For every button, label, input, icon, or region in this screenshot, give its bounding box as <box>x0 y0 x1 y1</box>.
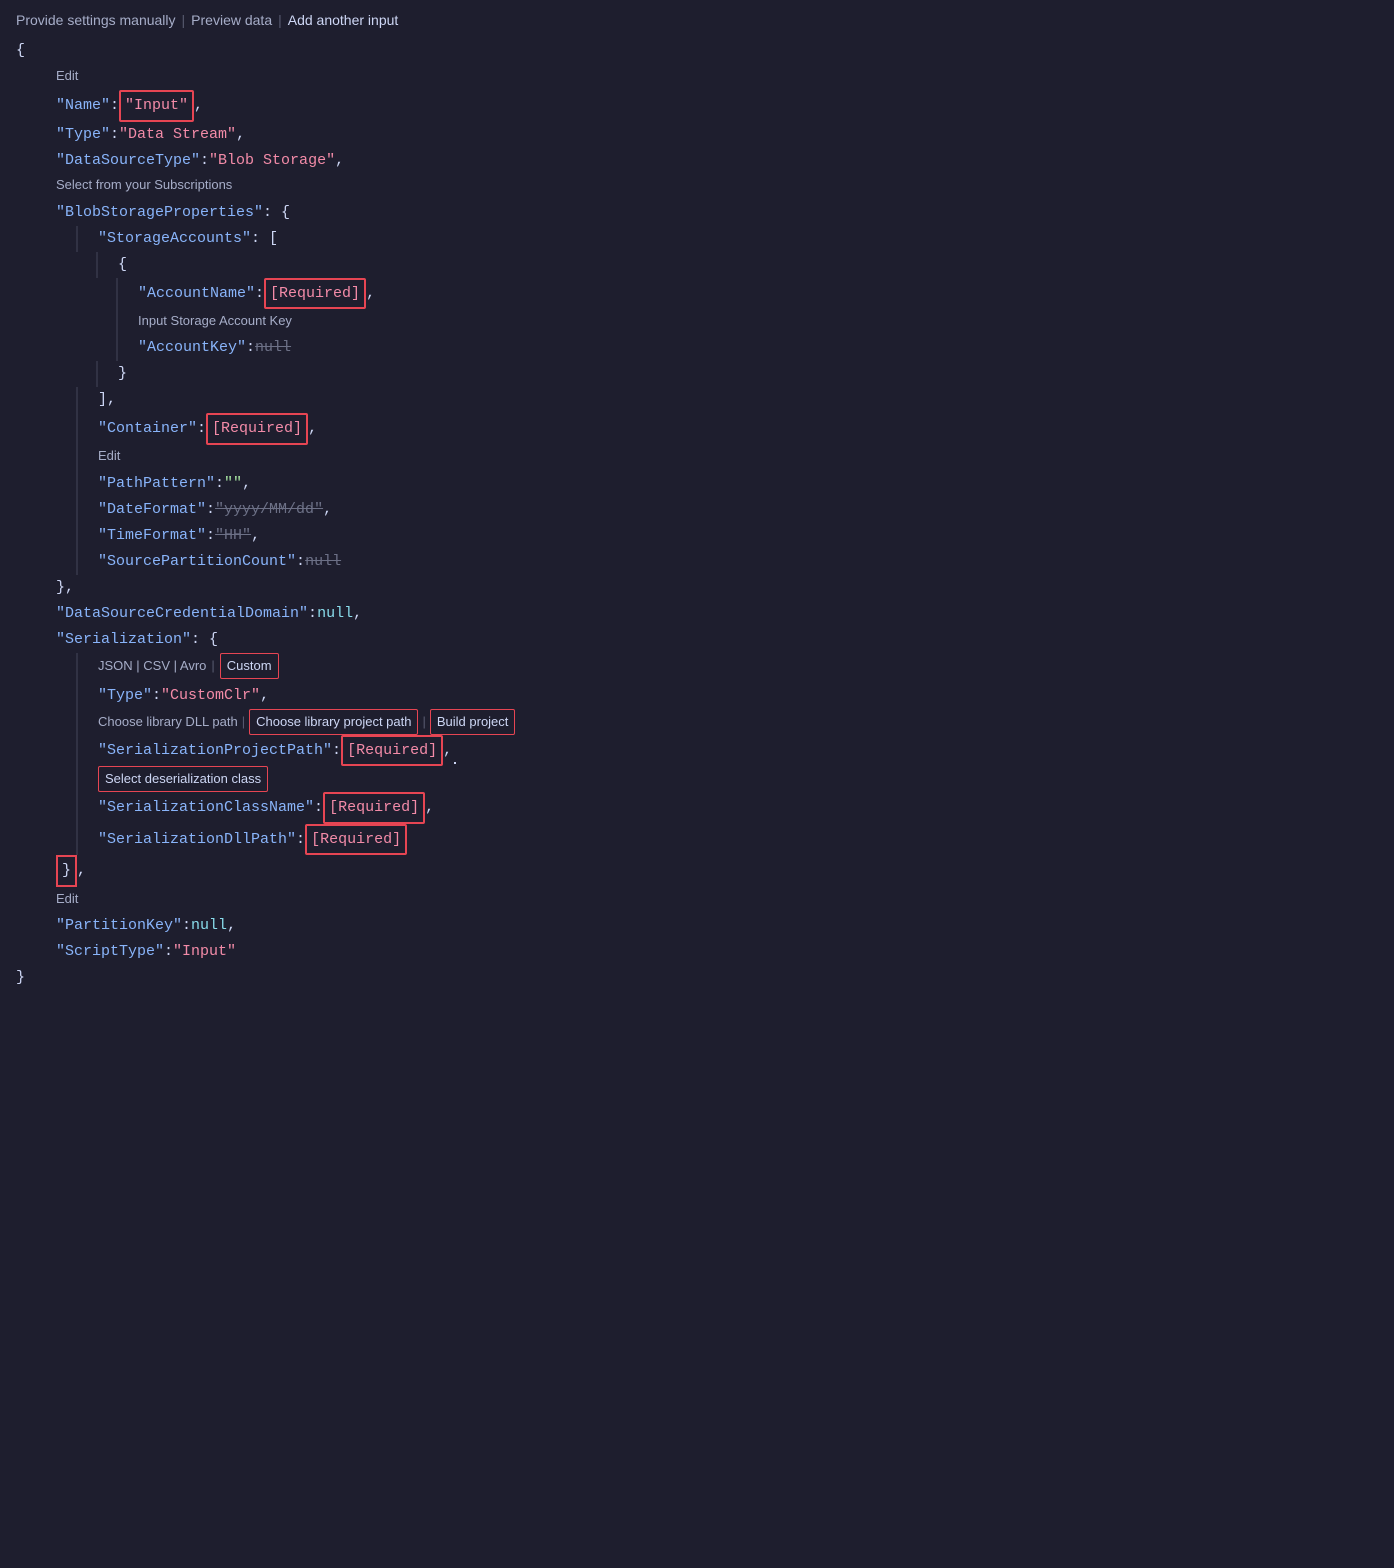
date-format-field: "DateFormat" : "yyyy/MM/dd" , <box>76 497 1378 523</box>
serialization-type-tabs: JSON | CSV | Avro | Custom <box>76 653 1378 683</box>
edit-link-3[interactable]: Edit <box>16 887 1378 913</box>
sep2: | <box>278 12 282 28</box>
top-bar: Provide settings manually | Preview data… <box>16 12 1378 28</box>
serialization-project-path-field: "SerializationProjectPath" : [Required] … <box>76 735 1378 767</box>
source-partition-count-field: "SourcePartitionCount" : null <box>76 549 1378 575</box>
edit-link-2[interactable]: Edit <box>76 445 1378 471</box>
script-type-field: "ScriptType" : "Input" <box>16 939 1378 965</box>
input-storage-key-helper[interactable]: Input Storage Account Key <box>116 309 1378 335</box>
container-field: "Container" : [Required] , <box>76 413 1378 445</box>
serialization-dll-path-field: "SerializationDllPath" : [Required] <box>76 824 1378 856</box>
account-key-field: "AccountKey" : null <box>116 335 1378 361</box>
serialization-class-name-field: "SerializationClassName" : [Required] , <box>76 792 1378 824</box>
blob-storage-properties-key: "BlobStorageProperties" : { <box>16 200 1378 226</box>
json-tab[interactable]: JSON | CSV | Avro <box>98 655 206 677</box>
custom-tab[interactable]: Custom <box>220 653 279 679</box>
sep1: | <box>182 12 186 28</box>
select-deserialization-helper[interactable]: Select deserialization class <box>76 766 1378 792</box>
storage-account-close: } <box>96 361 1378 387</box>
datasource-type-field: "DataSourceType" : "Blob Storage" , <box>16 148 1378 174</box>
datasource-credential-domain-field: "DataSourceCredentialDomain" : null , <box>16 601 1378 627</box>
partition-key-field: "PartitionKey" : null , <box>16 913 1378 939</box>
time-format-field: "TimeFormat" : "HH" , <box>76 523 1378 549</box>
storage-account-open: { <box>96 252 1378 278</box>
account-name-field: "AccountName" : [Required] , <box>116 278 1378 310</box>
preview-data-link[interactable]: Preview data <box>191 12 272 28</box>
storage-accounts-key: "StorageAccounts" : [ <box>76 226 1378 252</box>
add-another-input-link[interactable]: Add another input <box>288 12 399 28</box>
name-field: "Name" : "Input" , <box>16 90 1378 122</box>
blob-storage-close: }, <box>16 575 1378 601</box>
serialization-type-field: "Type" : "CustomClr" , <box>76 683 1378 709</box>
provide-settings-link[interactable]: Provide settings manually <box>16 12 176 28</box>
build-project-tab[interactable]: Build project <box>430 709 516 735</box>
serialization-close: } , <box>16 855 1378 887</box>
serialization-key: "Serialization" : { <box>16 627 1378 653</box>
storage-accounts-close: ], <box>76 387 1378 413</box>
select-subscriptions-helper[interactable]: Select from your Subscriptions <box>16 174 1378 200</box>
path-pattern-field: "PathPattern" : "" , <box>76 471 1378 497</box>
library-path-tabs: Choose library DLL path | Choose library… <box>76 709 1378 735</box>
type-field: "Type" : "Data Stream" , <box>16 122 1378 148</box>
choose-project-path-tab[interactable]: Choose library project path <box>249 709 418 735</box>
code-block: { Edit "Name" : "Input" , "Type" : "Data… <box>16 38 1378 991</box>
root-open-brace: { <box>16 38 1378 64</box>
edit-link-1[interactable]: Edit <box>16 64 1378 90</box>
root-close-brace: } <box>16 965 1378 991</box>
choose-dll-path-tab[interactable]: Choose library DLL path <box>98 711 238 733</box>
